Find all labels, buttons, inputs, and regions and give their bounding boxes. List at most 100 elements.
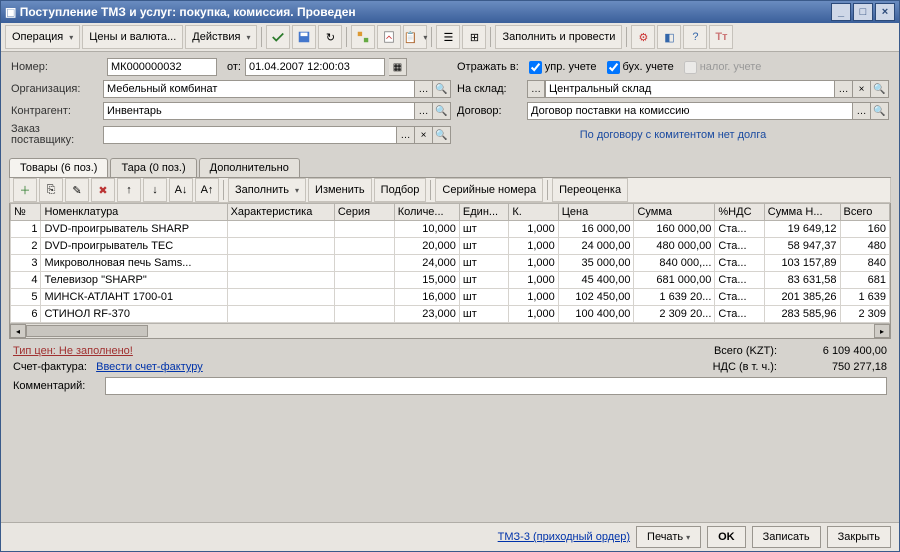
- cell-vatp[interactable]: Ста...: [715, 289, 764, 306]
- cell-series[interactable]: [334, 289, 394, 306]
- cell-sum[interactable]: 2 309 20...: [634, 306, 715, 323]
- cell-total[interactable]: 2 309: [840, 306, 890, 323]
- cell-series[interactable]: [334, 238, 394, 255]
- cell-char[interactable]: [227, 255, 334, 272]
- cell-unit[interactable]: шт: [459, 272, 508, 289]
- cell-char[interactable]: [227, 272, 334, 289]
- cell-price[interactable]: 16 000,00: [558, 221, 634, 238]
- col-series[interactable]: Серия: [334, 204, 394, 221]
- cell-qty[interactable]: 15,000: [394, 272, 459, 289]
- col-total[interactable]: Всего: [840, 204, 890, 221]
- org-select-icon[interactable]: …: [415, 80, 433, 98]
- date-picker-icon[interactable]: ▦: [389, 58, 407, 76]
- tab-extra[interactable]: Дополнительно: [199, 158, 300, 177]
- table-row[interactable]: 6СТИНОЛ RF-37023,000шт1,000100 400,002 3…: [11, 306, 890, 323]
- cell-unit[interactable]: шт: [459, 255, 508, 272]
- report-icon[interactable]: [377, 25, 401, 49]
- h-scrollbar[interactable]: ◂ ▸: [10, 323, 890, 338]
- print-button[interactable]: Печать: [636, 526, 701, 548]
- cell-price[interactable]: 100 400,00: [558, 306, 634, 323]
- list-icon[interactable]: ☰: [436, 25, 460, 49]
- comment-field[interactable]: [105, 377, 887, 395]
- contract-field[interactable]: Договор поставки на комиссию: [527, 102, 853, 120]
- cell-char[interactable]: [227, 306, 334, 323]
- cell-nomen[interactable]: СТИНОЛ RF-370: [41, 306, 227, 323]
- scroll-right-icon[interactable]: ▸: [874, 324, 890, 338]
- cell-n[interactable]: 4: [11, 272, 41, 289]
- sort-asc-icon[interactable]: A↓: [169, 178, 193, 202]
- col-price[interactable]: Цена: [558, 204, 634, 221]
- cell-sum[interactable]: 1 639 20...: [634, 289, 715, 306]
- help2-icon[interactable]: ◧: [657, 25, 681, 49]
- order-open-icon[interactable]: 🔍: [433, 126, 451, 144]
- edit-row-icon[interactable]: ✎: [65, 178, 89, 202]
- cell-price[interactable]: 24 000,00: [558, 238, 634, 255]
- cell-vat[interactable]: 283 585,96: [764, 306, 840, 323]
- cell-series[interactable]: [334, 306, 394, 323]
- serial-button[interactable]: Серийные номера: [435, 178, 543, 202]
- cell-k[interactable]: 1,000: [509, 255, 558, 272]
- cell-vatp[interactable]: Ста...: [715, 255, 764, 272]
- cell-series[interactable]: [334, 255, 394, 272]
- contr-select-icon[interactable]: …: [415, 102, 433, 120]
- maximize-button[interactable]: □: [853, 3, 873, 21]
- cell-vat[interactable]: 58 947,37: [764, 238, 840, 255]
- cell-unit[interactable]: шт: [459, 238, 508, 255]
- cell-char[interactable]: [227, 289, 334, 306]
- warehouse-field[interactable]: Центральный склад: [545, 80, 835, 98]
- cell-total[interactable]: 681: [840, 272, 890, 289]
- basis-icon[interactable]: 📋: [403, 25, 427, 49]
- col-unit[interactable]: Един...: [459, 204, 508, 221]
- cell-vat[interactable]: 103 157,89: [764, 255, 840, 272]
- table-row[interactable]: 4Телевизор "SHARP" 15,000шт1,00045 400,00…: [11, 272, 890, 289]
- col-n[interactable]: №: [11, 204, 41, 221]
- cell-n[interactable]: 1: [11, 221, 41, 238]
- cell-price[interactable]: 45 400,00: [558, 272, 634, 289]
- cell-price[interactable]: 35 000,00: [558, 255, 634, 272]
- cell-n[interactable]: 5: [11, 289, 41, 306]
- cell-qty[interactable]: 20,000: [394, 238, 459, 255]
- cell-sum[interactable]: 681 000,00: [634, 272, 715, 289]
- warehouse-open-icon[interactable]: 🔍: [871, 80, 889, 98]
- tt-icon[interactable]: Tт: [709, 25, 733, 49]
- cell-k[interactable]: 1,000: [509, 289, 558, 306]
- cell-unit[interactable]: шт: [459, 306, 508, 323]
- table-row[interactable]: 5МИНСК-АТЛАНТ 1700-0116,000шт1,000102 45…: [11, 289, 890, 306]
- cell-nomen[interactable]: Телевизор "SHARP": [41, 272, 227, 289]
- cell-unit[interactable]: шт: [459, 289, 508, 306]
- cell-nomen[interactable]: Микроволновая печь Sams...: [41, 255, 227, 272]
- cell-sum[interactable]: 840 000,...: [634, 255, 715, 272]
- change-button[interactable]: Изменить: [308, 178, 372, 202]
- cell-k[interactable]: 1,000: [509, 238, 558, 255]
- col-sum[interactable]: Сумма: [634, 204, 715, 221]
- order-x-icon[interactable]: ×: [415, 126, 433, 144]
- cell-char[interactable]: [227, 221, 334, 238]
- cell-total[interactable]: 480: [840, 238, 890, 255]
- fill-post-button[interactable]: Заполнить и провести: [495, 25, 622, 49]
- move-down-icon[interactable]: ↓: [143, 178, 167, 202]
- cell-vatp[interactable]: Ста...: [715, 272, 764, 289]
- actions-menu[interactable]: Действия: [185, 25, 257, 49]
- cell-nomen[interactable]: DVD-проигрыватель TEC: [41, 238, 227, 255]
- cell-k[interactable]: 1,000: [509, 221, 558, 238]
- org-field[interactable]: Мебельный комбинат: [103, 80, 415, 98]
- prices-button[interactable]: Цены и валюта...: [82, 25, 183, 49]
- structure-icon[interactable]: [351, 25, 375, 49]
- close-button[interactable]: ×: [875, 3, 895, 21]
- close-form-button[interactable]: Закрыть: [827, 526, 891, 548]
- contract-select-icon[interactable]: …: [853, 102, 871, 120]
- cell-price[interactable]: 102 450,00: [558, 289, 634, 306]
- minimize-button[interactable]: _: [831, 3, 851, 21]
- post-icon[interactable]: [266, 25, 290, 49]
- cell-total[interactable]: 160: [840, 221, 890, 238]
- move-up-icon[interactable]: ↑: [117, 178, 141, 202]
- order-select-icon[interactable]: …: [397, 126, 415, 144]
- cell-k[interactable]: 1,000: [509, 306, 558, 323]
- col-k[interactable]: К.: [509, 204, 558, 221]
- goods-grid[interactable]: №НоменклатураХарактеристикаСерияКоличе..…: [9, 203, 891, 339]
- number-field[interactable]: МК000000032: [107, 58, 217, 76]
- cell-unit[interactable]: шт: [459, 221, 508, 238]
- cell-k[interactable]: 1,000: [509, 272, 558, 289]
- tab-goods[interactable]: Товары (6 поз.): [9, 158, 108, 177]
- cell-series[interactable]: [334, 272, 394, 289]
